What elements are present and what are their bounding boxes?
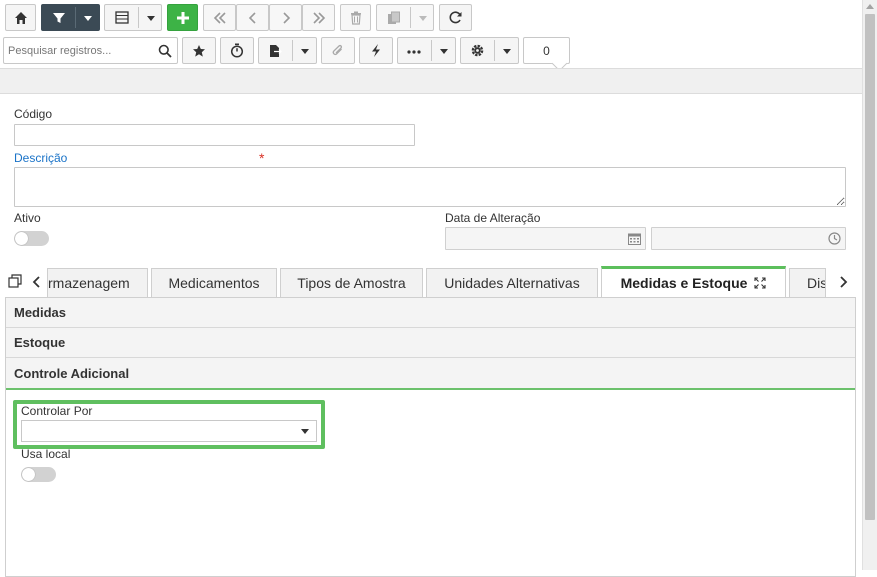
- tab-label: rmazenagem: [48, 275, 130, 291]
- tab-armazenagem[interactable]: rmazenagem: [47, 268, 148, 297]
- attach-icon: [332, 44, 343, 55]
- search-input[interactable]: [4, 38, 154, 63]
- chevron-down-icon: [84, 16, 92, 21]
- chevron-down-icon: [419, 16, 427, 21]
- data-alteracao-date-field[interactable]: [445, 227, 646, 250]
- timer-button[interactable]: [220, 37, 254, 64]
- record-counter: 0: [523, 37, 570, 64]
- search-box: [3, 37, 178, 64]
- calendar-icon[interactable]: [628, 233, 641, 245]
- filter-icon: [53, 13, 65, 23]
- clock-icon[interactable]: [828, 232, 841, 245]
- form-header-band: [0, 68, 862, 94]
- delete-button[interactable]: [340, 4, 371, 31]
- tab-tipos-de-amostra[interactable]: Tipos de Amostra: [280, 268, 423, 297]
- scroll-up-icon[interactable]: [866, 4, 874, 9]
- chevron-down-icon: [301, 429, 309, 434]
- next-icon: [282, 11, 290, 24]
- tab-label: Medidas e Estoque: [620, 275, 748, 291]
- tab-unidades-alternativas[interactable]: Unidades Alternativas: [426, 268, 598, 297]
- export-button[interactable]: [258, 37, 317, 64]
- gear-icon: [471, 44, 484, 57]
- section-title: Estoque: [14, 335, 66, 350]
- toggle-knob: [22, 468, 35, 481]
- add-icon: [176, 11, 189, 24]
- tab-scroll-left-icon[interactable]: [32, 275, 42, 289]
- data-alteracao-label: Data de Alteração: [445, 211, 541, 225]
- more-options-button[interactable]: [397, 37, 456, 64]
- descricao-textarea[interactable]: [14, 167, 846, 207]
- home-button[interactable]: [5, 4, 36, 31]
- last-record-button[interactable]: [302, 4, 335, 31]
- star-icon: [193, 44, 205, 57]
- tab-label: Unidades Alternativas: [444, 275, 580, 291]
- tab-label: Tipos de Amostra: [297, 275, 406, 291]
- chevron-down-icon: [440, 49, 448, 54]
- refresh-button[interactable]: [439, 4, 472, 31]
- data-alteracao-time-field[interactable]: [651, 227, 846, 250]
- tab-bar: rmazenagem Medicamentos Tipos de Amostra…: [0, 266, 862, 297]
- controlar-por-select[interactable]: [21, 420, 317, 442]
- filter-button[interactable]: [41, 4, 100, 31]
- export-icon: [270, 45, 282, 57]
- tab-label: Dis: [807, 275, 826, 291]
- grid-view-icon: [115, 11, 129, 24]
- stopwatch-icon: [230, 43, 244, 58]
- delete-icon: [350, 11, 361, 25]
- toolbar: 0: [0, 0, 862, 68]
- first-icon: [213, 11, 226, 24]
- actions-button[interactable]: [359, 37, 393, 64]
- section-medidas[interactable]: Medidas: [6, 298, 855, 328]
- ativo-toggle[interactable]: [14, 231, 49, 246]
- settings-button[interactable]: [460, 37, 519, 64]
- chevron-down-icon: [301, 49, 309, 54]
- previous-icon: [248, 11, 256, 24]
- tab-medicamentos[interactable]: Medicamentos: [151, 268, 277, 297]
- expand-icon[interactable]: [754, 277, 766, 289]
- last-icon: [312, 11, 325, 24]
- section-title: Medidas: [14, 305, 67, 320]
- add-button[interactable]: [167, 4, 198, 31]
- section-controle-adicional[interactable]: Controle Adicional: [6, 358, 855, 390]
- search-icon[interactable]: [158, 44, 172, 58]
- chevron-down-icon: [503, 49, 511, 54]
- tab-dis[interactable]: Dis: [789, 268, 826, 297]
- previous-record-button[interactable]: [236, 4, 269, 31]
- controlar-por-label: Controlar Por: [21, 404, 93, 418]
- chevron-down-icon: [147, 16, 155, 21]
- required-marker: *: [259, 150, 265, 166]
- attach-button[interactable]: [321, 37, 355, 64]
- codigo-input[interactable]: [14, 124, 415, 146]
- record-count: 0: [543, 43, 550, 58]
- refresh-icon: [449, 11, 462, 24]
- home-icon: [14, 11, 27, 24]
- tab-medidas-e-estoque[interactable]: Medidas e Estoque: [601, 266, 786, 297]
- lightning-icon: [372, 44, 380, 57]
- section-title: Controle Adicional: [14, 365, 130, 381]
- scrollbar-thumb[interactable]: [865, 14, 875, 520]
- copy-button[interactable]: [376, 4, 434, 31]
- grid-view-button[interactable]: [104, 4, 162, 31]
- ativo-label: Ativo: [14, 211, 41, 225]
- favorite-button[interactable]: [182, 37, 216, 64]
- tab-label: Medicamentos: [168, 275, 260, 291]
- next-record-button[interactable]: [269, 4, 302, 31]
- copy-icon: [388, 11, 400, 24]
- copy-window-icon[interactable]: [8, 274, 22, 288]
- tab-scroll-right-icon[interactable]: [838, 275, 848, 289]
- more-icon: [407, 50, 421, 54]
- usa-local-toggle[interactable]: [21, 467, 56, 482]
- vertical-scrollbar[interactable]: [862, 0, 877, 570]
- first-record-button[interactable]: [203, 4, 236, 31]
- usa-local-label: Usa local: [21, 447, 71, 461]
- descricao-label: Descrição: [14, 151, 68, 165]
- toggle-knob: [15, 232, 28, 245]
- codigo-label: Código: [14, 107, 53, 121]
- section-estoque[interactable]: Estoque: [6, 328, 855, 358]
